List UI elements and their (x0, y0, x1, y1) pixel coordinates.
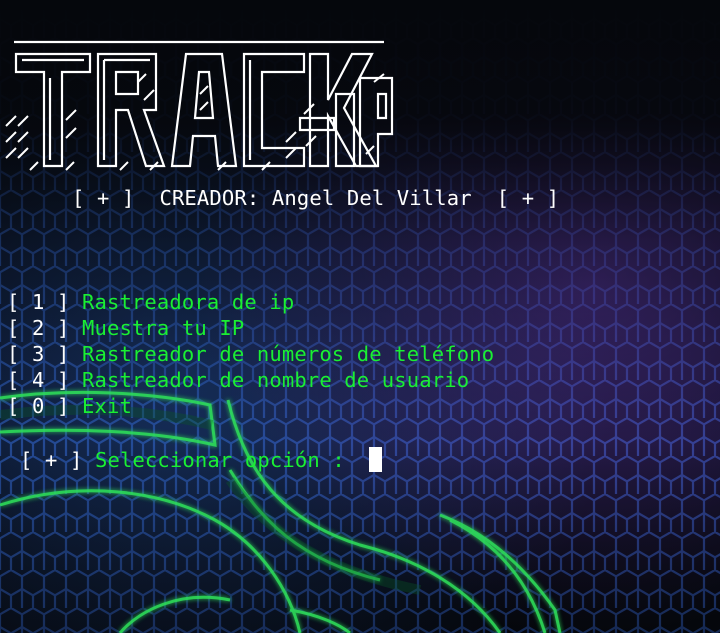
menu-item-key: [ 1 ] (7, 290, 70, 314)
terminal-window[interactable]: [ + ] CREADOR: Angel Del Villar [ + ] [ … (0, 0, 720, 633)
terminal-input-cursor[interactable] (369, 447, 382, 472)
menu-item-label: Rastreador de nombre de usuario (81, 368, 470, 392)
menu-item-1[interactable]: [ 1 ] Rastreadora de ip (7, 289, 294, 315)
prompt-text: Seleccionar opción : (94, 448, 345, 472)
menu-item-key: [ 2 ] (7, 316, 70, 340)
menu-item-3[interactable]: [ 3 ] Rastreador de números de teléfono (7, 341, 494, 367)
trackip-ascii-banner (5, 40, 394, 171)
creator-right-tag: [ + ] (496, 186, 560, 210)
menu-item-2[interactable]: [ 2 ] Muestra tu IP (7, 315, 244, 341)
menu-item-4[interactable]: [ 4 ] Rastreador de nombre de usuario (7, 367, 469, 393)
menu-item-key: [ 4 ] (7, 368, 70, 392)
creator-line: [ + ] CREADOR: Angel Del Villar [ + ] (72, 185, 559, 211)
menu-item-key: [ 3 ] (7, 342, 70, 366)
menu-item-0[interactable]: [ 0 ] Exit (7, 393, 132, 419)
menu-item-key: [ 0 ] (7, 394, 70, 418)
menu-item-label: Exit (81, 394, 132, 418)
menu-item-label: Rastreadora de ip (81, 290, 295, 314)
creator-label: CREADOR: Angel Del Villar (159, 186, 472, 210)
selection-prompt: [ + ] Seleccionar opción : (20, 447, 345, 473)
creator-left-tag: [ + ] (72, 186, 135, 210)
menu-item-label: Rastreador de números de teléfono (81, 342, 495, 366)
prompt-tag: [ + ] (20, 448, 83, 472)
menu-item-label: Muestra tu IP (81, 316, 245, 340)
